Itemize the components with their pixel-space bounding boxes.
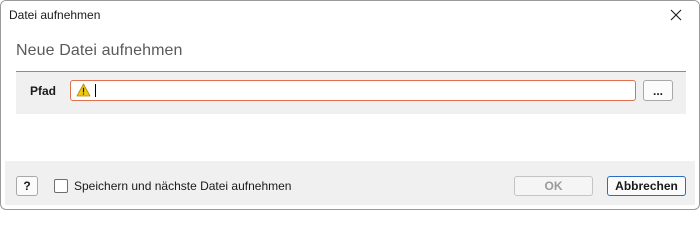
warning-icon <box>76 83 91 97</box>
browse-button[interactable]: ... <box>643 80 673 101</box>
close-button[interactable] <box>653 1 699 29</box>
text-caret <box>95 84 96 97</box>
path-input-container[interactable] <box>70 80 636 101</box>
path-field-panel: Pfad ... <box>16 71 686 114</box>
path-label: Pfad <box>30 84 57 98</box>
dialog-body: Neue Datei aufnehmen Pfad ... <box>1 29 699 160</box>
title-bar: Datei aufnehmen <box>1 1 699 29</box>
ok-button[interactable]: OK <box>514 176 593 196</box>
dialog-footer: ? Speichern und nächste Datei aufnehmen … <box>5 161 695 205</box>
path-input[interactable] <box>93 81 628 100</box>
window-title: Datei aufnehmen <box>9 8 101 22</box>
dialog-window: Datei aufnehmen Neue Datei aufnehmen Pfa… <box>0 0 700 210</box>
close-icon <box>670 9 682 21</box>
save-and-next-label[interactable]: Speichern und nächste Datei aufnehmen <box>74 179 291 193</box>
cancel-button[interactable]: Abbrechen <box>607 176 686 196</box>
help-button[interactable]: ? <box>16 176 38 196</box>
save-and-next-checkbox[interactable] <box>54 179 68 193</box>
page-title: Neue Datei aufnehmen <box>16 42 183 59</box>
